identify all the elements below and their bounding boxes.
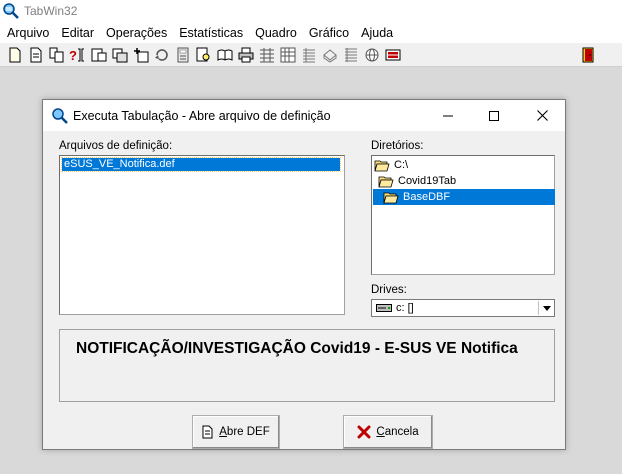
minimize-icon <box>443 115 453 116</box>
rows-icon[interactable] <box>340 45 361 65</box>
drives-combobox[interactable]: c: [] <box>371 299 555 317</box>
table-export-icon[interactable] <box>109 45 130 65</box>
chart-icon[interactable] <box>319 45 340 65</box>
menu-ajuda[interactable]: Ajuda <box>354 26 398 40</box>
files-listbox[interactable]: eSUS_VE_Notifica.def <box>59 155 345 315</box>
drive-value: c: [] <box>396 302 414 314</box>
cancel-label: Cancela <box>376 426 419 438</box>
globe-icon[interactable] <box>361 45 382 65</box>
drives-label: Drives: <box>371 284 407 296</box>
dir-label-covid19tab: Covid19Tab <box>398 175 457 187</box>
close-button[interactable] <box>519 100 565 131</box>
dirs-label: Diretórios: <box>371 140 424 152</box>
files-label: Arquivos de definição: <box>59 140 173 152</box>
open-def-icon <box>202 425 214 439</box>
close-icon <box>536 110 548 121</box>
file-item[interactable]: eSUS_VE_Notifica.def <box>61 157 341 172</box>
app-title: TabWin32 <box>24 4 78 18</box>
menu-quadro[interactable]: Quadro <box>248 26 302 40</box>
map-icon[interactable] <box>382 45 403 65</box>
cancel-button[interactable]: Cancela <box>343 415 433 449</box>
tabwin-app-icon <box>3 3 19 19</box>
definition-description: NOTIFICAÇÃO/INVESTIGAÇÃO Covid19 - E-SUS… <box>76 340 518 357</box>
menu-operacoes[interactable]: Operações <box>99 26 172 40</box>
dirs-listbox[interactable]: C:\ Covid19Tab BaseDBF <box>371 155 555 275</box>
print-icon[interactable] <box>235 45 256 65</box>
new-file-icon[interactable] <box>4 45 25 65</box>
dir-item-root[interactable]: C:\ <box>374 157 552 173</box>
minimize-button[interactable] <box>425 100 471 131</box>
svg-text:?: ? <box>69 48 77 63</box>
menu-estatisticas[interactable]: Estatísticas <box>172 26 248 40</box>
menu-arquivo[interactable]: Arquivo <box>0 26 54 40</box>
book-icon[interactable] <box>214 45 235 65</box>
red-x-icon <box>357 425 371 439</box>
table-icon[interactable] <box>88 45 109 65</box>
open-definition-dialog: Executa Tabulação - Abre arquivo de defi… <box>42 99 566 450</box>
maximize-icon <box>489 110 499 121</box>
menu-grafico[interactable]: Gráfico <box>302 26 354 40</box>
dir-item-basedbf[interactable]: BaseDBF <box>373 189 555 205</box>
menubar: Arquivo Editar Operações Estatísticas Qu… <box>0 22 622 43</box>
app-titlebar: TabWin32 <box>0 0 622 22</box>
dialog-titlebar[interactable]: Executa Tabulação - Abre arquivo de defi… <box>43 100 565 131</box>
open-def-label: Abre DEF <box>219 426 270 438</box>
copy-file-icon[interactable] <box>46 45 67 65</box>
columns-icon[interactable] <box>277 45 298 65</box>
open-folder-icon <box>383 192 399 203</box>
print-preview-icon[interactable] <box>193 45 214 65</box>
maximize-button[interactable] <box>471 100 517 131</box>
grid-icon[interactable] <box>256 45 277 65</box>
open-def-button[interactable]: Abre DEF <box>192 415 280 449</box>
menu-editar[interactable]: Editar <box>54 26 99 40</box>
tabwin-dialog-icon <box>52 107 68 124</box>
exit-door-icon[interactable] <box>577 45 598 65</box>
dir-label-basedbf: BaseDBF <box>403 191 451 203</box>
hard-drive-icon <box>376 304 392 312</box>
list-icon[interactable] <box>298 45 319 65</box>
open-folder-icon <box>378 176 394 187</box>
dir-item-covid19tab[interactable]: Covid19Tab <box>378 173 552 189</box>
description-panel: NOTIFICAÇÃO/INVESTIGAÇÃO Covid19 - E-SUS… <box>59 329 555 402</box>
refresh-icon[interactable] <box>151 45 172 65</box>
toolbar: ? <box>0 43 622 67</box>
query-icon[interactable]: ? <box>67 45 88 65</box>
add-table-icon[interactable] <box>130 45 151 65</box>
calculator-icon[interactable] <box>172 45 193 65</box>
open-file-icon[interactable] <box>25 45 46 65</box>
chevron-down-icon[interactable] <box>538 301 554 315</box>
open-folder-icon <box>374 160 390 171</box>
dialog-title: Executa Tabulação - Abre arquivo de defi… <box>73 108 331 123</box>
dir-label-root: C:\ <box>394 159 409 171</box>
